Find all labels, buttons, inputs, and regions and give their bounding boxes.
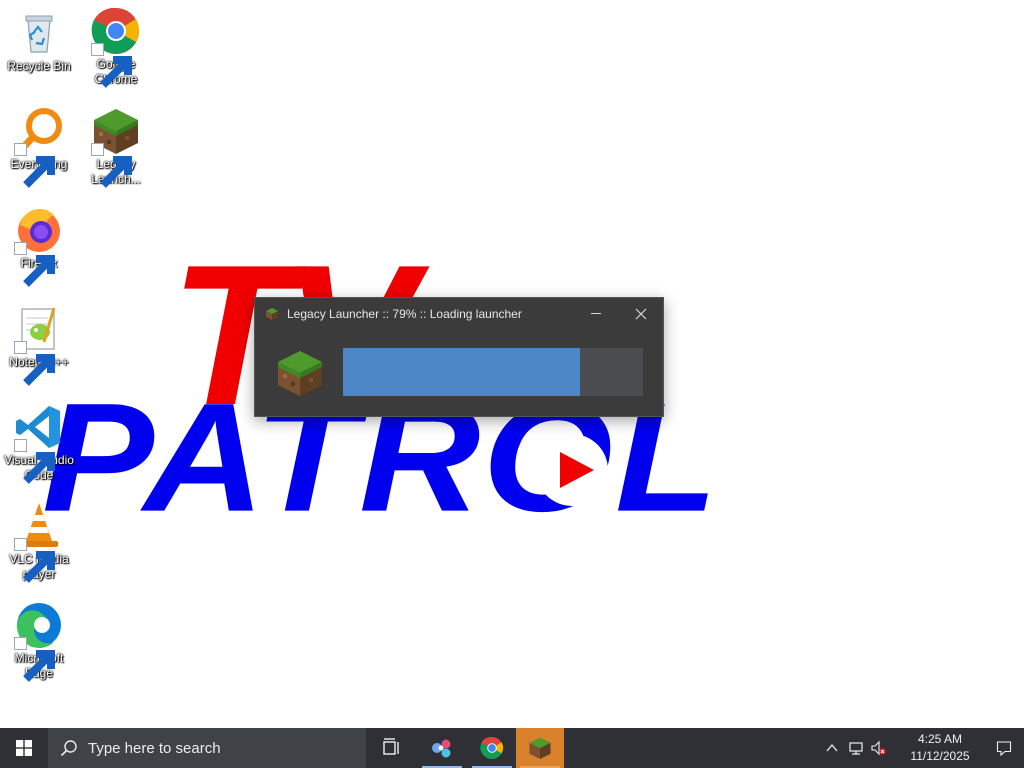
taskbar-chrome[interactable] (468, 728, 516, 768)
search-placeholder: Type here to search (88, 740, 221, 757)
wallpaper-play-icon (536, 434, 608, 506)
legacy-launcher-window: Legacy Launcher :: 79% :: Loading launch… (254, 297, 664, 417)
shortcut-arrow-icon (91, 43, 132, 88)
shortcut-arrow-icon (14, 538, 55, 583)
desktop-icon-label: Recycle Bin (7, 59, 71, 73)
launcher-title: Legacy Launcher :: 79% :: Loading launch… (287, 307, 522, 321)
network-button[interactable] (848, 740, 864, 756)
firefox-icon (14, 205, 64, 287)
desktop-icon-recycle-bin[interactable]: Recycle Bin (1, 8, 77, 74)
network-icon (849, 742, 863, 755)
desktop-icon-microsoft-edge[interactable]: Microsoft Edge (1, 600, 77, 682)
minecraft-grass-block-icon (91, 106, 141, 188)
shortcut-arrow-icon (14, 341, 55, 386)
everything-search-icon (14, 106, 64, 188)
volume-muted-icon (871, 740, 886, 756)
shortcut-arrow-icon (14, 143, 55, 188)
notification-icon (996, 741, 1012, 756)
chevron-up-icon (826, 743, 838, 752)
desktop-icon-firefox[interactable]: Firefox (1, 205, 77, 287)
loading-progress-fill (343, 348, 580, 396)
clock-date: 11/12/2025 (910, 749, 970, 763)
taskbar-people-hub[interactable] (418, 728, 466, 768)
system-tray: 4:25 AM 11/12/2025 (824, 728, 1024, 768)
close-icon (635, 308, 647, 320)
loading-progress-bar (343, 348, 643, 396)
recycle-bin-icon (14, 8, 64, 58)
task-view-button[interactable] (368, 728, 416, 768)
taskbar-search-box[interactable]: Type here to search (48, 728, 366, 768)
chrome-icon (91, 6, 141, 88)
people-hub-icon (432, 739, 451, 758)
start-button[interactable] (0, 728, 48, 768)
taskbar-legacy-launcher[interactable] (516, 728, 564, 768)
desktop-icon-everything[interactable]: Everything (1, 106, 77, 188)
shortcut-arrow-icon (91, 143, 132, 188)
close-button[interactable] (619, 298, 663, 330)
desktop-icon-google-chrome[interactable]: Google Chrome (78, 6, 154, 88)
taskbar-clock[interactable]: 4:25 AM 11/12/2025 (904, 731, 976, 765)
show-hidden-icons-button[interactable] (824, 740, 840, 756)
minecraft-grass-block-icon (266, 308, 278, 320)
vscode-icon (14, 402, 64, 484)
minimize-button[interactable] (575, 298, 619, 330)
notepad-plus-plus-icon (14, 304, 64, 386)
shortcut-arrow-icon (14, 439, 55, 484)
clock-time: 4:25 AM (917, 732, 963, 746)
shortcut-arrow-icon (14, 637, 55, 682)
desktop-icon-visual-studio-code[interactable]: Visual Studio Code (1, 402, 77, 484)
shortcut-arrow-icon (14, 242, 55, 287)
minimize-icon (591, 313, 601, 314)
windows-logo-icon (16, 740, 32, 756)
action-center-button[interactable] (984, 728, 1024, 768)
volume-button[interactable] (870, 740, 886, 756)
desktop-icon-vlc-media-player[interactable]: VLC media player (1, 501, 77, 583)
legacy-launcher-icon (529, 737, 551, 760)
desktop-icon-notepad-plus-plus[interactable]: Notepad++ (1, 304, 77, 386)
edge-icon (14, 600, 64, 682)
chrome-icon (480, 736, 504, 760)
desktop-icon-legacy-launcher[interactable]: Legacy Launch... (78, 106, 154, 188)
launcher-titlebar[interactable]: Legacy Launcher :: 79% :: Loading launch… (255, 298, 663, 330)
search-icon (60, 740, 77, 757)
desktop: TV PATROL Recycle Bin (0, 0, 1024, 728)
vlc-cone-icon (14, 501, 64, 583)
minecraft-grass-block-icon (278, 351, 322, 396)
taskbar: Type here to search 4:25 AM 11/12/2025 (0, 728, 1024, 768)
task-view-icon (383, 738, 399, 755)
